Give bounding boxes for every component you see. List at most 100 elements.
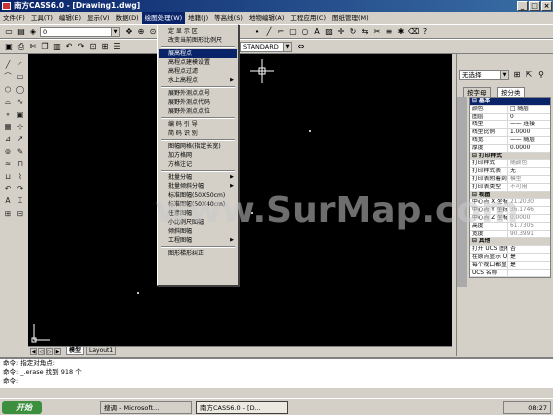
layer-combo[interactable]: 0 ▼ (40, 27, 120, 37)
property-value[interactable]: 0 (508, 114, 550, 121)
drawn-point[interactable] (137, 292, 139, 294)
ellipse-icon[interactable]: ⚬ (3, 110, 13, 120)
menu-item[interactable]: 数据(D) (113, 12, 142, 24)
donut-icon[interactable]: ⊚ (3, 147, 13, 157)
zoom-extent-icon[interactable]: ⊞ (100, 42, 110, 52)
property-row[interactable]: 打开 UCS 图标否 (470, 246, 550, 254)
dropdown-item[interactable]: 展野外测点点号 (159, 89, 237, 98)
menu-item[interactable]: 编辑(E) (56, 12, 84, 24)
tab-model[interactable]: 模型 (66, 347, 85, 355)
tab-prev-icon[interactable]: ◁ (38, 348, 45, 355)
property-category[interactable]: ⊟ 其他 (470, 238, 550, 247)
tab-first-icon[interactable]: ◀ (30, 348, 37, 355)
dropdown-item[interactable]: 展野外测点代码 (159, 98, 237, 107)
property-row[interactable]: 打印表附着到 模型 (470, 175, 550, 184)
triangle-icon[interactable]: ⊿ (3, 134, 13, 144)
property-value[interactable]: —— 随层 (508, 137, 550, 144)
property-value[interactable]: 模型 (508, 176, 550, 183)
dropdown-item[interactable]: 图幅网格(指定长宽) (159, 142, 237, 151)
menu-item[interactable]: 地籍(J) (185, 12, 211, 24)
spline-icon[interactable]: ∿ (15, 97, 25, 107)
zoom-window-icon[interactable]: ⊡ (88, 42, 98, 52)
chevron-down-icon[interactable]: ▼ (283, 43, 291, 51)
hatch-icon[interactable]: ▨ (324, 27, 334, 37)
menu-item[interactable]: 工具(T) (28, 12, 56, 24)
tab-next-icon[interactable]: ▷ (46, 348, 53, 355)
hatch-icon[interactable]: ▦ (3, 122, 13, 132)
property-value[interactable]: 是 (508, 254, 550, 261)
dropdown-item[interactable]: 改变当前图形比例尺 (159, 36, 237, 45)
redo-icon[interactable]: ↷ (15, 184, 25, 194)
circle-icon[interactable]: ◯ (15, 85, 25, 95)
sketch-icon[interactable]: ✎ (15, 147, 25, 157)
dropdown-item[interactable]: 高程点建模设置 (159, 58, 237, 67)
dropdown-item[interactable]: 编 码 引 导 (159, 120, 237, 129)
property-category[interactable]: ⊟ 打印样式 (470, 152, 550, 161)
property-value[interactable]: 1.0000 (508, 129, 550, 136)
mtext-icon[interactable]: ⌶ (15, 196, 25, 206)
new-file-icon[interactable]: ▭ (4, 27, 14, 37)
wblock-icon[interactable]: ⊟ (15, 209, 25, 219)
help-icon[interactable]: ? (420, 27, 430, 37)
menu-item[interactable]: 显示(V) (84, 12, 113, 24)
property-row[interactable]: 线型 —— 连接 (470, 121, 550, 130)
property-row[interactable]: 线宽 —— 随层 (470, 136, 550, 145)
wave-icon[interactable]: ≈ (3, 159, 13, 169)
property-row[interactable]: 宽度 90.3991 (470, 230, 550, 239)
point-icon[interactable]: ∙ (252, 27, 262, 37)
chevron-down-icon[interactable]: ▼ (500, 71, 508, 79)
property-value[interactable] (508, 270, 550, 277)
dropdown-item[interactable]: 展高程点 (159, 49, 237, 58)
tab-categorized[interactable]: 按分类 (497, 87, 525, 97)
point-icon[interactable]: ⊹ (15, 122, 25, 132)
curve-icon[interactable]: ⌒ (3, 72, 13, 82)
save-icon[interactable]: ▣ (4, 42, 14, 52)
menu-item[interactable]: 等高线(S) (211, 12, 246, 24)
print-icon[interactable]: ⎙ (16, 42, 26, 52)
pan-icon[interactable]: ✥ (124, 27, 134, 37)
arc-icon[interactable]: ◜ (15, 60, 25, 70)
property-value[interactable]: 是 (508, 262, 550, 269)
taskbar-item[interactable]: 南方CASS6.0 - [D... (196, 401, 288, 414)
property-value[interactable]: 90.3991 (508, 231, 550, 238)
quick-select-icon[interactable]: ⚲ (536, 70, 546, 80)
dropdown-item[interactable]: 定 显 示 区 (159, 27, 237, 36)
text-icon[interactable]: A (312, 27, 322, 37)
polygon-icon[interactable]: ⬡ (3, 85, 13, 95)
rect-icon[interactable]: ▢ (288, 27, 298, 37)
tab-layout1[interactable]: Layout1 (86, 347, 117, 355)
property-value[interactable]: —— 连接 (508, 121, 550, 128)
menu-item[interactable]: 绘图处理(W) (141, 12, 186, 24)
style-combo[interactable]: STANDARD ▼ (240, 42, 292, 52)
dropdown-item[interactable]: 批量分幅 ▶ (159, 173, 237, 182)
property-row[interactable]: 在原点显示 UCS是 (470, 253, 550, 262)
property-category[interactable]: ⊟ 基本 (470, 98, 550, 106)
undo-icon[interactable]: ↶ (64, 42, 74, 52)
erase-icon[interactable]: ⌫ (408, 27, 419, 37)
drawn-point[interactable] (309, 130, 311, 132)
paste-icon[interactable]: ▥ (52, 42, 62, 52)
dropdown-item[interactable]: 高程点过滤 (159, 67, 237, 76)
rect-icon[interactable]: ▭ (15, 72, 25, 82)
redo-icon[interactable]: ↷ (76, 42, 86, 52)
insert-icon[interactable]: ⊞ (3, 209, 13, 219)
mirror-icon[interactable]: ⇆ (360, 27, 370, 37)
property-row[interactable]: 线型比例 1.0000 (470, 129, 550, 137)
boundary-icon[interactable]: ⊔ (3, 172, 13, 182)
block-icon[interactable]: ▣ (15, 110, 25, 120)
line-tool-icon[interactable]: ╱ (264, 27, 274, 37)
property-row[interactable]: UCS 名称 (470, 269, 550, 278)
select-objects-icon[interactable]: ⇱ (524, 70, 534, 80)
menu-item[interactable]: 图纸管理(M) (329, 12, 372, 24)
selection-combo[interactable]: 无选择 ▼ (459, 70, 509, 80)
dropdown-item[interactable]: 简 码 识 别 (159, 129, 237, 138)
toggle-pickadd-icon[interactable]: ⊞ (512, 70, 522, 80)
dropdown-item[interactable]: 工程图幅 ▶ (159, 236, 237, 245)
explode-icon[interactable]: ✱ (396, 27, 406, 37)
menu-item[interactable]: 文件(F) (0, 12, 28, 24)
property-value[interactable]: 0.0000 (508, 145, 550, 152)
command-window[interactable]: 命令: 指定对角点: 命令: _.erase 找到 918 个命令: (0, 357, 553, 387)
property-row[interactable]: 颜色 □ 随层 (470, 105, 550, 114)
dim-style-icon[interactable]: ⇔ (296, 42, 306, 52)
dropdown-item[interactable]: 水上高程点 ▶ (159, 76, 237, 85)
